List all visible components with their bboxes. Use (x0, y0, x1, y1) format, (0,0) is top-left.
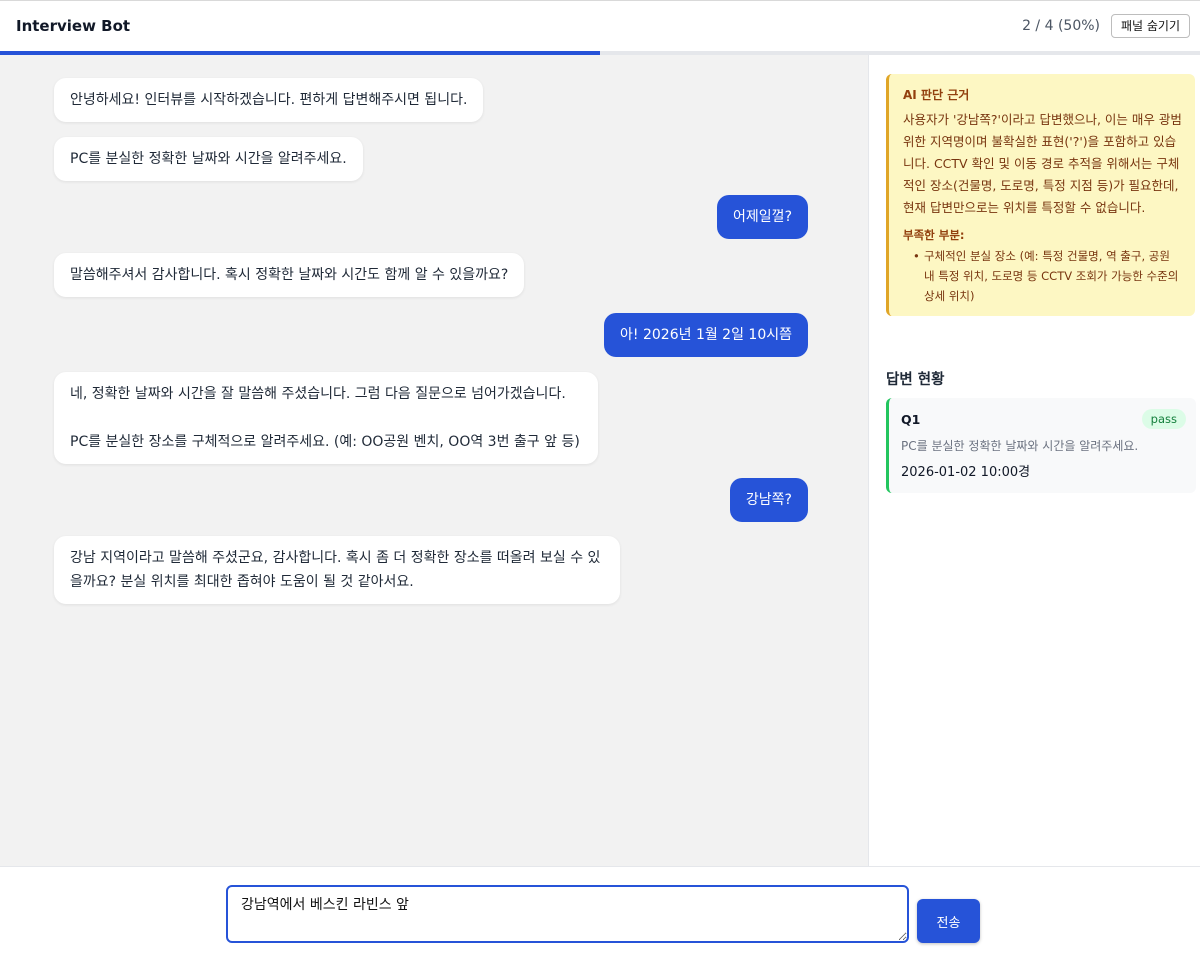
missing-item: 구체적인 분실 장소 (예: 특정 건물명, 역 출구, 공원 내 특정 위치,… (903, 246, 1183, 306)
user-message: 강남쪽? (729, 478, 808, 522)
hide-panel-button[interactable]: 패널 숨기기 (1110, 14, 1190, 38)
ai-reason-title: AI 판단 근거 (903, 88, 970, 102)
app-header: Interview Bot 2 / 4 (50%) 패널 숨기기 (0, 0, 1200, 51)
chat-area[interactable]: 안녕하세요! 인터뷰를 시작하겠습니다. 편하게 답변해주시면 됩니다. PC를… (0, 55, 868, 866)
progress-text: 2 / 4 (50%) (1022, 18, 1100, 34)
bot-message: 강남 지역이라고 말씀해 주셨군요, 감사합니다. 혹시 좀 더 정확한 장소를… (54, 536, 620, 604)
status-badge: pass (1141, 409, 1186, 429)
question-text: PC를 분실한 정확한 날짜와 시간을 알려주세요. (901, 439, 1139, 453)
answer-status-heading: 답변 현황 (886, 372, 945, 388)
send-button[interactable]: 전송 (917, 899, 980, 943)
missing-title: 부족한 부분: (903, 228, 965, 242)
bot-message: 말씀해주셔서 감사합니다. 혹시 정확한 날짜와 시간도 함께 알 수 있을까요… (54, 253, 525, 297)
message-input[interactable]: 강남역에서 베스킨 라빈스 앞 (226, 885, 909, 943)
side-panel: AI 판단 근거 사용자가 '강남쪽?'이라고 답변했으나, 이는 매우 광범위… (868, 55, 1200, 866)
question-id: Q1 (901, 412, 921, 427)
bot-message: 네, 정확한 날짜와 시간을 잘 말씀해 주셨습니다. 그럼 다음 질문으로 넘… (54, 372, 598, 464)
ai-reason-box: AI 판단 근거 사용자가 '강남쪽?'이라고 답변했으나, 이는 매우 광범위… (886, 74, 1195, 316)
ai-reason-text: 사용자가 '강남쪽?'이라고 답변했으나, 이는 매우 광범위한 지역명이며 불… (903, 112, 1182, 215)
bot-message: PC를 분실한 정확한 날짜와 시간을 알려주세요. (54, 137, 363, 181)
app-title: Interview Bot (16, 17, 131, 35)
composer-bar: 강남역에서 베스킨 라빈스 앞 전송 (0, 866, 1200, 962)
answer-card: Q1 pass PC를 분실한 정확한 날짜와 시간을 알려주세요. 2026-… (886, 398, 1196, 493)
bot-message: 안녕하세요! 인터뷰를 시작하겠습니다. 편하게 답변해주시면 됩니다. (54, 78, 484, 122)
user-message: 아! 2026년 1월 2일 10시쯤 (604, 313, 808, 357)
user-message: 어제일껄? (717, 195, 808, 239)
answer-value: 2026-01-02 10:00경 (901, 465, 1031, 480)
